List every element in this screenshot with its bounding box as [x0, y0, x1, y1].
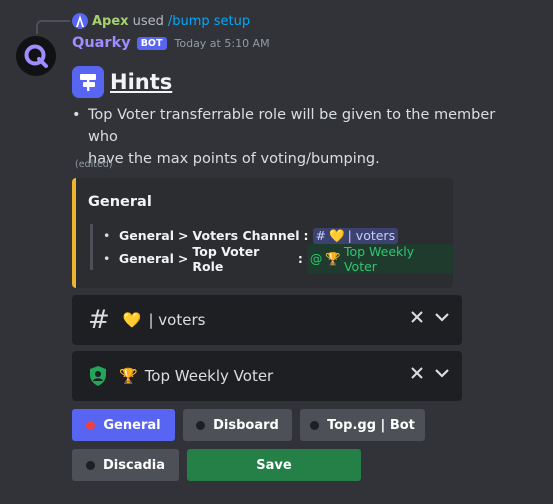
- chevron-down-icon[interactable]: [434, 368, 450, 378]
- bot-badge: BOT: [136, 36, 167, 50]
- channel-mention[interactable]: # 💛 | voters: [312, 227, 399, 244]
- channel-mention-text: | voters: [347, 228, 396, 243]
- embed-item-colon: :: [303, 228, 309, 243]
- embed-title: General: [88, 194, 152, 210]
- embed-item-label: General: [118, 251, 174, 266]
- status-dot-icon: [86, 420, 96, 430]
- channel-select-value: | voters: [148, 311, 206, 329]
- embed-item-key: Voters Channel: [192, 228, 300, 243]
- bot-username[interactable]: Quarky: [72, 35, 131, 51]
- reply-connector: [36, 20, 70, 34]
- role-mention-text: Top Weekly Voter: [343, 243, 415, 274]
- bullet-dot: •: [103, 228, 111, 243]
- reply-username[interactable]: Apex: [92, 14, 129, 29]
- clear-icon[interactable]: [410, 310, 424, 324]
- embed-item-sep: >: [178, 228, 189, 243]
- bullet-dot: •: [103, 251, 111, 266]
- message-header: Quarky BOT Today at 5:10 AM: [72, 35, 270, 51]
- channel-hash-icon: #: [88, 305, 110, 335]
- reply-action: used: [132, 13, 164, 29]
- status-dot-icon: [196, 420, 206, 430]
- role-select-value: Top Weekly Voter: [144, 367, 274, 385]
- status-dot-icon: [86, 460, 95, 470]
- edited-label: (edited): [75, 159, 113, 170]
- general-button[interactable]: General: [72, 409, 175, 441]
- hint-line-1: Top Voter transferrable role will be giv…: [88, 107, 496, 145]
- settings-embed: General • General > Voters Channel : # 💛…: [72, 178, 453, 288]
- status-dot-icon: [310, 420, 320, 430]
- reply-command[interactable]: /bump setup: [168, 14, 250, 29]
- embed-item-top-voter-role: • General > Top Voter Role : @ 🏆 Top Wee…: [103, 243, 453, 274]
- channel-select[interactable]: # 💛 | voters: [72, 295, 462, 345]
- at-icon: @: [309, 251, 323, 266]
- chevron-down-icon[interactable]: [434, 312, 450, 322]
- role-shield-icon: [90, 366, 106, 386]
- disboard-button[interactable]: Disboard: [183, 409, 292, 441]
- hint-bullet: • Top Voter transferrable role will be g…: [72, 104, 512, 170]
- apex-avatar-icon: [72, 13, 88, 29]
- hints-heading: Hints: [72, 66, 172, 98]
- hint-line-2: have the max points of voting/bumping.: [88, 151, 380, 167]
- quarky-logo-icon: [24, 44, 48, 68]
- yellow-heart-icon: 💛: [329, 227, 345, 243]
- discadia-button-label: Discadia: [103, 457, 165, 473]
- disboard-button-label: Disboard: [213, 417, 279, 433]
- trophy-icon: 🏆: [119, 367, 138, 385]
- role-mention[interactable]: @ 🏆 Top Weekly Voter: [306, 243, 453, 274]
- bot-avatar[interactable]: [16, 36, 56, 76]
- embed-item-sep: >: [177, 251, 189, 266]
- discadia-button[interactable]: Discadia: [72, 449, 179, 481]
- general-button-label: General: [103, 417, 161, 433]
- message-timestamp: Today at 5:10 AM: [174, 36, 270, 50]
- embed-quote-block: • General > Voters Channel : # 💛 | voter…: [90, 224, 453, 274]
- topgg-button[interactable]: Top.gg | Bot: [300, 409, 425, 441]
- save-button[interactable]: Save: [187, 449, 361, 481]
- signpost-icon: [72, 66, 104, 98]
- yellow-heart-icon: 💛: [122, 311, 142, 329]
- trophy-icon: 🏆: [325, 250, 341, 266]
- topgg-button-label: Top.gg | Bot: [327, 417, 415, 433]
- clear-icon[interactable]: [410, 366, 424, 380]
- hints-title: Hints: [110, 70, 173, 94]
- save-button-label: Save: [256, 457, 292, 473]
- embed-item-label: General: [119, 228, 174, 243]
- embed-item-colon: :: [297, 251, 303, 266]
- hash-icon: #: [315, 228, 327, 243]
- reply-context[interactable]: Apex used /bump setup: [72, 12, 250, 30]
- embed-item-key: Top Voter Role: [192, 243, 260, 274]
- role-select[interactable]: 🏆 Top Weekly Voter: [72, 351, 462, 401]
